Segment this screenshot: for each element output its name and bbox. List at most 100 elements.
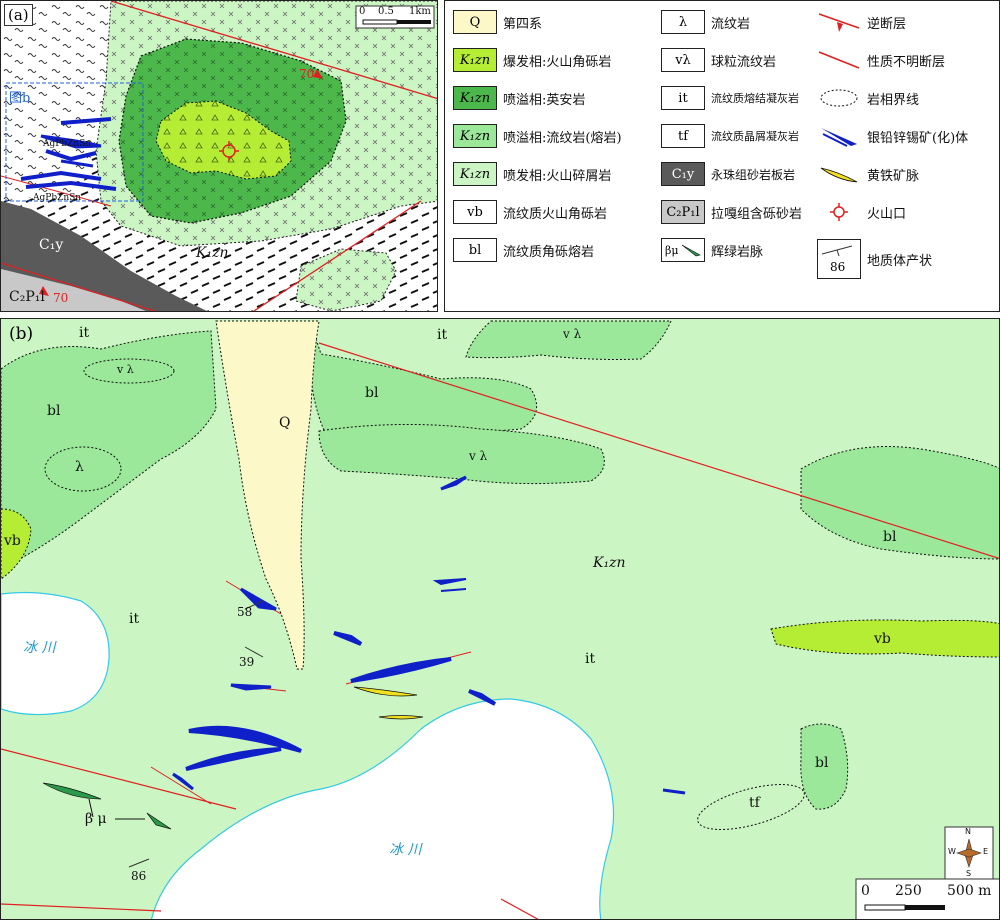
legend-text: 黄铁矿脉 (867, 168, 920, 184)
unit-label-it-1: it (79, 325, 90, 341)
attitude-value: 86 (830, 260, 846, 274)
unit-label-it-3: it (129, 611, 140, 627)
inset-label: 图b (9, 91, 31, 106)
thrust-fault-icon (818, 13, 860, 32)
legend-item-vlambda: vλ 球粒流纹岩 (661, 47, 776, 73)
unit-label-vb-1: vb (4, 533, 21, 549)
diabase-code: βμ (665, 243, 679, 257)
unit-label: K₁zn (196, 245, 229, 261)
legend-text: 流纹质角砾熔岩 (503, 244, 595, 260)
legend-swatch: it (661, 86, 705, 110)
legend-item-lambda: λ 流纹岩 (661, 9, 750, 35)
unit-label-k1zn: K₁zn (593, 555, 626, 571)
attitude-label-58: 58 (237, 605, 253, 619)
volcanic-vent-icon (830, 203, 848, 221)
dip-label-2: 70 (53, 291, 69, 305)
legend-text: 喷发相:火山碎屑岩 (503, 168, 612, 184)
compass-west: W (948, 847, 956, 856)
unit-label-it-2: it (437, 327, 448, 343)
compass-north: N (965, 827, 971, 836)
unit-label-bl-4: bl (815, 755, 829, 771)
ore-label-2: AgPbZnSn (33, 193, 82, 203)
map-b-canvas (1, 319, 999, 919)
legend-swatch: βμ (661, 238, 705, 262)
legend-item-breccia: K₁zn 爆发相:火山角砾岩 (453, 47, 611, 73)
legend-swatch: K₁zn (453, 86, 497, 110)
unit-label-vl-2: v λ (469, 449, 488, 463)
unit-label-lambda: λ (75, 459, 84, 475)
legend-item-dacite: K₁zn 喷溢相:英安岩 (453, 85, 585, 111)
map-panel-a: (a) 0 0.5 1km 图b AgPbZnSn AgPbZnSn K₁zn … (0, 0, 438, 312)
legend-text: 第四系 (503, 16, 543, 32)
legend-text: 喷溢相:流纹岩(熔岩) (503, 130, 622, 146)
legend-item-quaternary: Q 第四系 (453, 9, 542, 35)
scale-b-tick-mid: 250 (895, 883, 922, 899)
legend-text: 逆断层 (867, 16, 907, 32)
ore-body-icon (821, 128, 857, 147)
scale-b-tick-0: 0 (861, 883, 870, 899)
legend-item-vb: vb 流纹质火山角砾岩 (453, 199, 607, 225)
legend-text: 拉嘎组含砾砂岩 (711, 206, 803, 222)
legend-swatch: bl (453, 238, 497, 262)
legend-text: 火山口 (867, 206, 907, 222)
compass-east: E (983, 847, 989, 856)
legend-text: 岩相界线 (867, 92, 920, 108)
legend-swatch: Q (453, 10, 497, 34)
legend-swatch: K₁zn (453, 162, 497, 186)
fault-icon (818, 51, 860, 69)
legend-text: 银铅锌锡矿(化)体 (867, 130, 969, 146)
unit-label-vb-2: vb (874, 631, 891, 647)
legend-text: 性质不明断层 (867, 54, 946, 70)
pyrite-vein-icon (820, 167, 858, 183)
attitude-label-86: 86 (131, 869, 147, 883)
legend-item-it: it 流纹质熔结凝灰岩 (661, 85, 799, 111)
legend-text: 永珠组砂岩板岩 (711, 167, 796, 182)
c1y-label: C₁y (39, 237, 64, 253)
legend-item-tf: tf 流纹质晶屑凝灰岩 (661, 123, 799, 149)
legend-item-facies-boundary: 岩相界线 (817, 85, 919, 111)
attitude-swatch: 86 (817, 239, 861, 279)
facies-boundary-icon (820, 89, 858, 107)
scale-tick-end: 1km (409, 6, 431, 17)
unit-label-tf: tf (749, 795, 760, 811)
legend-swatch: K₁zn (453, 124, 497, 148)
unit-label-q: Q (279, 415, 291, 431)
unit-label-bl-2: bl (365, 385, 379, 401)
ore-label-1: AgPbZnSn (43, 139, 92, 149)
legend-swatch: C₁y (661, 162, 705, 186)
legend-item-diabase: βμ 辉绿岩脉 (661, 237, 763, 263)
legend-item-c2p1l: C₂P₁l 拉嘎组含砾砂岩 (661, 199, 802, 225)
legend-text: 球粒流纹岩 (711, 54, 777, 70)
legend-item-fault: 性质不明断层 (817, 47, 945, 73)
legend-text: 爆发相:火山角砾岩 (503, 54, 612, 70)
scale-tick-mid: 0.5 (378, 6, 394, 17)
unit-label-vl-1: v λ (117, 363, 134, 376)
unit-label-bl-3: bl (883, 529, 897, 545)
attitude-label-39: 39 (239, 655, 255, 669)
legend-item-bl: bl 流纹质角砾熔岩 (453, 237, 594, 263)
legend-swatch: K₁zn (453, 48, 497, 72)
diabase-label: β μ (85, 811, 107, 827)
unit-label-it-4: it (585, 651, 596, 667)
legend-text: 流纹质熔结凝灰岩 (711, 92, 799, 105)
legend-item-rhyolite-lava: K₁zn 喷溢相:流纹岩(熔岩) (453, 123, 622, 149)
map-panel-b: (b) it it it it bl bl bl bl v λ v λ v λ … (0, 318, 1000, 920)
glacier-label-1: 冰 川 (23, 640, 56, 656)
diabase-icon (681, 244, 701, 257)
legend-text: 地质体产状 (867, 253, 933, 269)
legend-text: 流纹质火山角砾岩 (503, 206, 608, 222)
legend-item-vent: 火山口 (817, 199, 906, 225)
scale-tick-0: 0 (359, 6, 366, 17)
legend-item-attitude: 86 地质体产状 (817, 237, 932, 281)
c2p1l-label: C₂P₁l (9, 289, 45, 305)
scale-b-tick-end: 500 m (947, 883, 992, 899)
legend-text: 流纹岩 (711, 16, 751, 32)
legend-item-thrust-fault: 逆断层 (817, 9, 906, 35)
glacier-label-2: 冰 川 (389, 842, 422, 858)
panel-a-label: (a) (4, 4, 33, 26)
legend-text: 流纹质晶屑凝灰岩 (711, 130, 799, 143)
map-a-canvas (1, 1, 437, 311)
legend-text: 喷溢相:英安岩 (503, 92, 586, 108)
legend-swatch: vb (453, 200, 497, 224)
legend-panel: Q 第四系 K₁zn 爆发相:火山角砾岩 K₁zn 喷溢相:英安岩 K₁zn 喷… (444, 0, 1000, 312)
